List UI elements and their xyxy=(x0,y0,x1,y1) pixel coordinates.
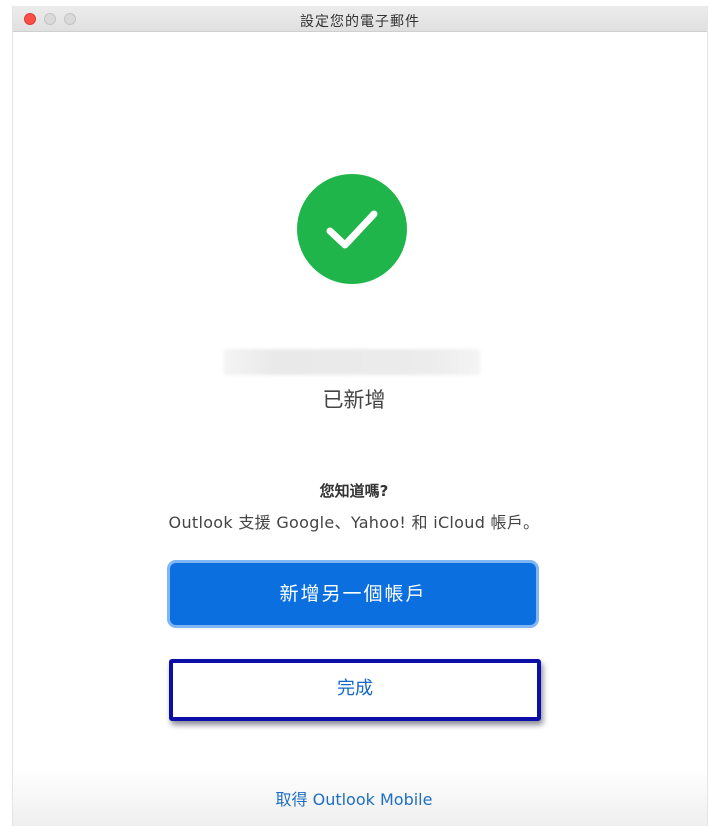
title-bar: 設定您的電子郵件 xyxy=(13,6,707,32)
checkmark-icon xyxy=(326,210,378,249)
success-badge xyxy=(297,174,407,284)
redacted-email-address xyxy=(224,349,480,375)
get-outlook-mobile-link[interactable]: 取得 Outlook Mobile xyxy=(0,786,708,810)
account-added-label: 已新增 xyxy=(322,388,386,412)
window-title: 設定您的電子郵件 xyxy=(300,14,420,30)
add-another-account-button[interactable]: 新增另一個帳戶 xyxy=(167,560,539,628)
tip-body: Outlook 支援 Google、Yahoo! 和 iCloud 帳戶。 xyxy=(168,513,540,532)
done-button[interactable]: 完成 xyxy=(169,659,541,721)
tip-title: 您知道嗎? xyxy=(319,482,389,500)
